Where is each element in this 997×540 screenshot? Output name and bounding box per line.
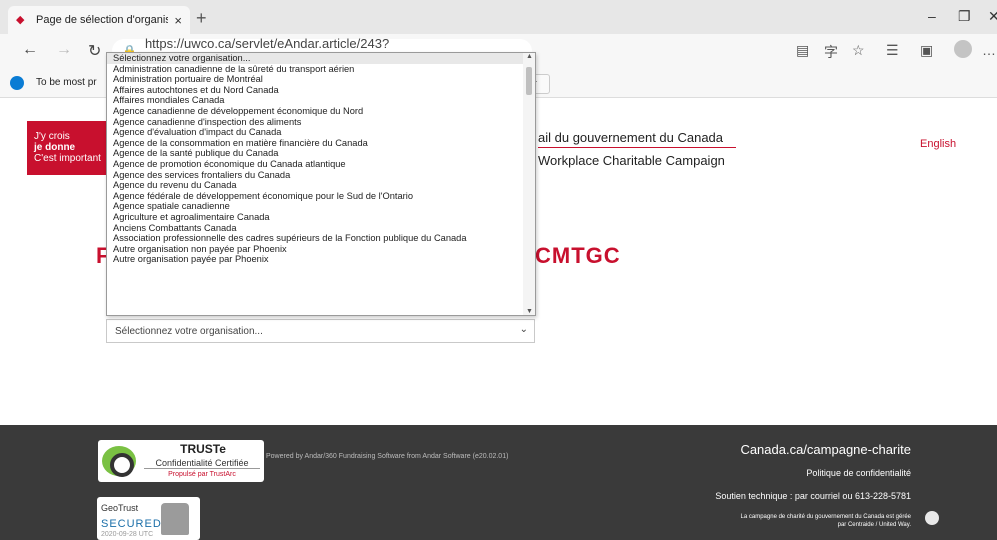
campaign-divider: [538, 147, 736, 148]
dropdown-option[interactable]: Agence du revenu du Canada: [107, 180, 525, 191]
truste-powered: Propulsé par TrustArc: [168, 471, 236, 478]
profile-icon[interactable]: [954, 40, 972, 58]
padlock-icon: [161, 503, 189, 535]
scroll-thumb[interactable]: [526, 67, 532, 95]
organization-select-value: Sélectionnez votre organisation...: [115, 325, 263, 337]
united-way-icon: [925, 511, 939, 525]
organization-select[interactable]: Sélectionnez votre organisation... ⌄: [106, 319, 535, 343]
organization-dropdown[interactable]: Sélectionnez votre organisation... Admini…: [106, 52, 536, 316]
english-link[interactable]: English: [920, 138, 956, 150]
footer-note: La campagne de charité du gouvernement d…: [740, 514, 911, 528]
dropdown-option[interactable]: Administration canadienne de la sûreté d…: [107, 64, 525, 75]
star-icon[interactable]: ☆: [852, 42, 865, 59]
geotrust-name: GeoTrust: [101, 503, 139, 513]
logo-line-1: J'y crois: [34, 131, 70, 142]
truste-subtitle: Confidentialité Certifiée: [144, 458, 260, 469]
dropdown-option[interactable]: Anciens Combattants Canada: [107, 223, 525, 234]
favorites-icon[interactable]: ☰: [886, 42, 899, 59]
dropdown-option[interactable]: Agence fédérale de développement économi…: [107, 191, 525, 202]
dropdown-option[interactable]: Agence spatiale canadienne: [107, 201, 525, 212]
site-link[interactable]: Canada.ca/campagne-charite: [740, 442, 911, 457]
dropdown-option[interactable]: Autre organisation non payée par Phoenix: [107, 244, 525, 255]
dropdown-option[interactable]: Agence canadienne de développement écono…: [107, 106, 525, 117]
tab-close-button[interactable]: ×: [174, 13, 182, 28]
browser-tab[interactable]: ◆ Page de sélection d'organisation ×: [8, 6, 190, 34]
edge-icon: [10, 75, 24, 90]
dropdown-option[interactable]: Autre organisation payée par Phoenix: [107, 254, 525, 265]
dropdown-option[interactable]: Agence d'évaluation d'impact du Canada: [107, 127, 525, 138]
dropdown-option[interactable]: Affaires mondiales Canada: [107, 95, 525, 106]
tab-strip: ◆ Page de sélection d'organisation × + –…: [0, 0, 997, 34]
back-icon[interactable]: ←: [22, 41, 38, 59]
geotrust-badge[interactable]: GeoTrust SECURED 2020-09-28 UTC: [97, 497, 200, 540]
tab-title: Page de sélection d'organisation: [36, 14, 169, 26]
minimize-icon[interactable]: –: [928, 8, 936, 24]
truste-title: TRUSTe: [180, 442, 226, 456]
dropdown-option[interactable]: Sélectionnez votre organisation...: [107, 53, 525, 64]
support-text: Soutien technique : par courriel ou 613-…: [715, 491, 911, 501]
dropdown-option[interactable]: Association professionnelle des cadres s…: [107, 233, 525, 244]
dropdown-option[interactable]: Agence des services frontaliers du Canad…: [107, 170, 525, 181]
privacy-link[interactable]: Politique de confidentialité: [806, 468, 911, 478]
more-icon[interactable]: …: [982, 42, 996, 58]
scroll-down-icon[interactable]: ▼: [526, 308, 533, 315]
campaign-logo: J'y crois je donne C'est important: [27, 121, 109, 175]
refresh-icon[interactable]: ↻: [88, 41, 101, 61]
logo-line-2: je donne: [34, 142, 76, 153]
dropdown-list: Sélectionnez votre organisation... Admini…: [107, 53, 535, 265]
scroll-up-icon[interactable]: ▲: [526, 53, 533, 60]
dropdown-option[interactable]: Agence de la santé publique du Canada: [107, 148, 525, 159]
new-tab-button[interactable]: +: [196, 8, 207, 29]
campaign-title-en: Workplace Charitable Campaign: [538, 153, 725, 168]
dropdown-option[interactable]: Agriculture et agroalimentaire Canada: [107, 212, 525, 223]
campaign-title-fr: ail du gouvernement du Canada: [538, 130, 724, 145]
chevron-down-icon[interactable]: ⌄: [520, 324, 528, 335]
truste-badge[interactable]: TRUSTe Confidentialité Certifiée Propuls…: [98, 440, 264, 482]
dropdown-option[interactable]: Affaires autochtones et du Nord Canada: [107, 85, 525, 96]
dropdown-scrollbar[interactable]: ▲ ▼: [523, 53, 535, 315]
dropdown-option[interactable]: Administration portuaire de Montréal: [107, 74, 525, 85]
site-favicon-icon: ◆: [16, 14, 25, 26]
maximize-icon[interactable]: ❐: [958, 8, 971, 25]
page-heading-right: CMTGC: [535, 243, 621, 268]
powered-by-text: Powered by Andar/360 Fundraising Softwar…: [266, 453, 509, 460]
reading-icon[interactable]: ▤: [796, 42, 809, 59]
close-window-icon[interactable]: ✕: [988, 8, 997, 25]
translate-icon[interactable]: 字: [824, 42, 838, 62]
logo-line-3: C'est important: [34, 153, 101, 164]
collections-icon[interactable]: ▣: [920, 42, 933, 59]
dropdown-option[interactable]: Agence de promotion économique du Canada…: [107, 159, 525, 170]
dropdown-option[interactable]: Agence de la consommation en matière fin…: [107, 138, 525, 149]
truste-logo-icon: [102, 446, 136, 477]
geotrust-date: 2020-09-28 UTC: [101, 531, 154, 538]
forward-icon[interactable]: →: [56, 41, 72, 59]
dropdown-option[interactable]: Agence canadienne d'inspection des alime…: [107, 117, 525, 128]
geotrust-secured: SECURED: [101, 518, 162, 530]
favorites-item[interactable]: To be most pr: [36, 77, 97, 88]
